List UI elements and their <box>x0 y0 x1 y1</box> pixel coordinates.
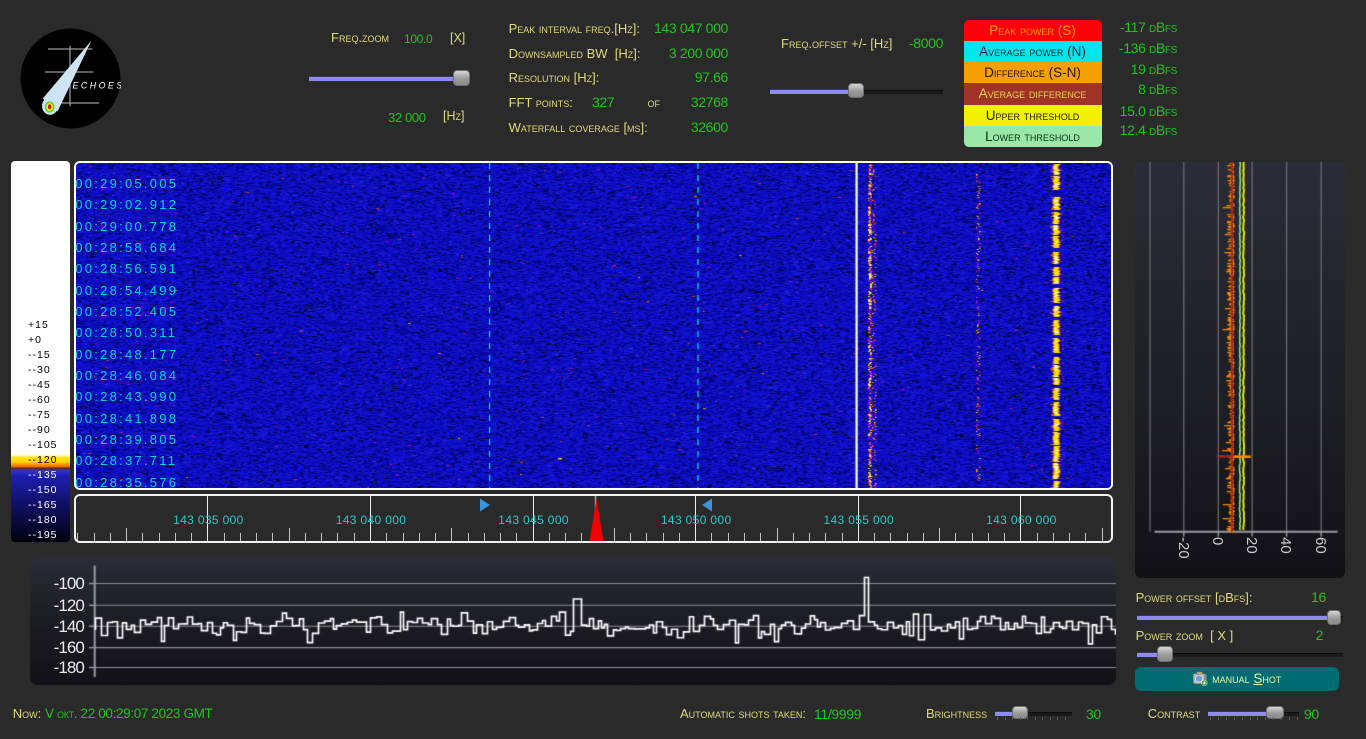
svg-text:ECHOES: ECHOES <box>73 81 122 91</box>
